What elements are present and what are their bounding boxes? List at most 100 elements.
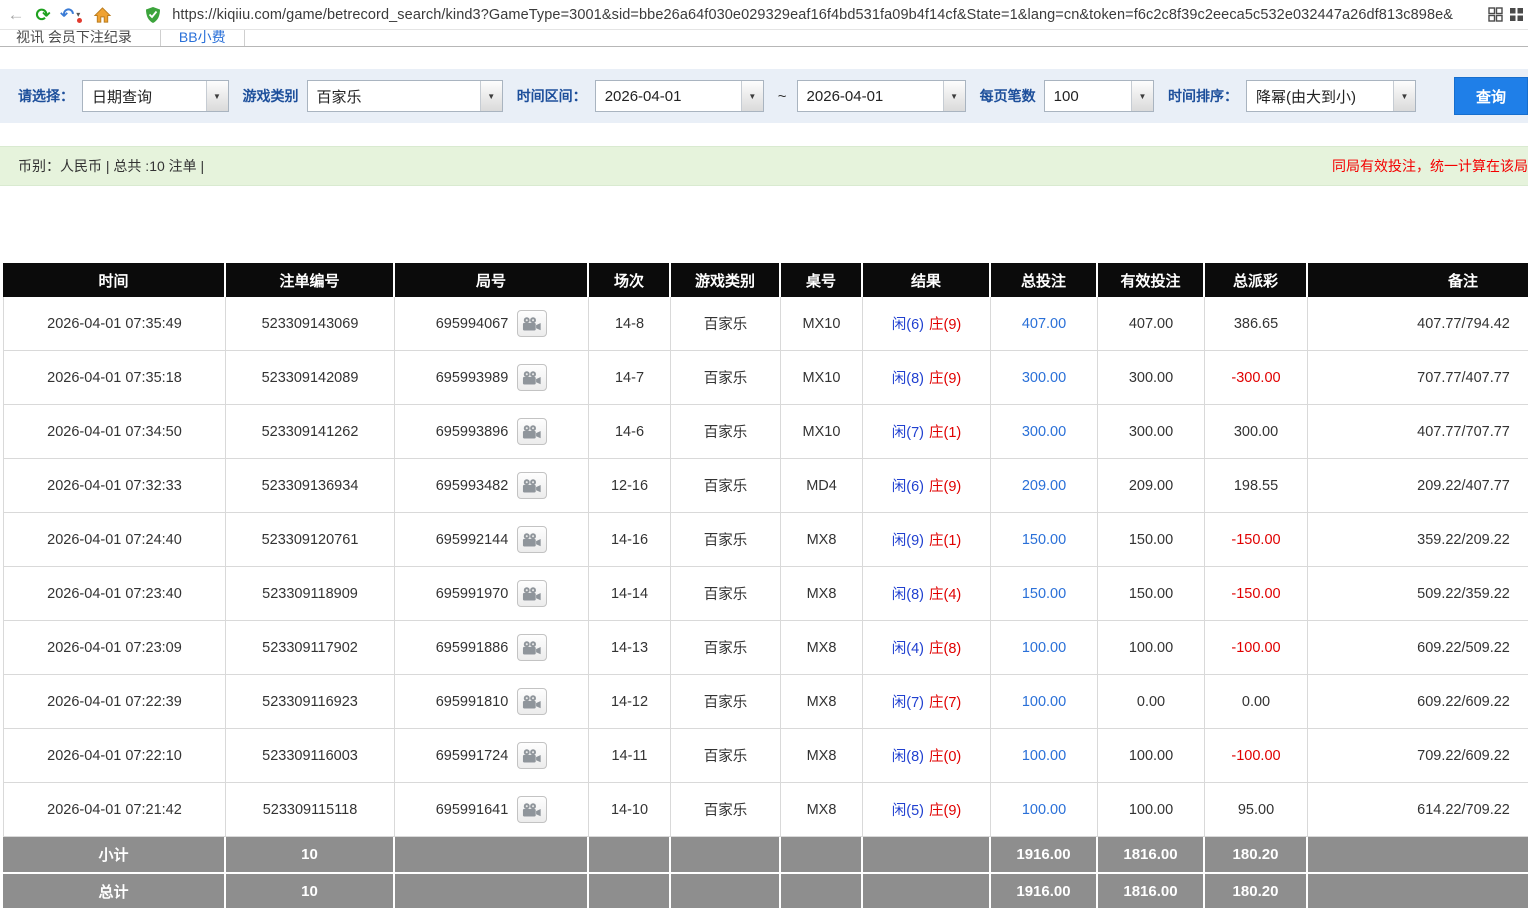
bet-id-cell: 523309136934	[226, 459, 395, 513]
total-bet-link[interactable]: 100.00	[1022, 802, 1066, 818]
table-no-cell: MX10	[781, 297, 863, 351]
notification-dot	[77, 18, 82, 23]
video-replay-button[interactable]	[517, 742, 547, 769]
undo-icon[interactable]: ↶ ▾	[60, 5, 80, 25]
video-camera-icon	[522, 640, 542, 656]
total-bet-link[interactable]: 100.00	[1022, 694, 1066, 710]
chevron-down-icon[interactable]: ▼	[741, 81, 763, 111]
table-row: 2026-04-01 07:32:33 523309136934 6959934…	[3, 459, 1528, 513]
date-to-value: 2026-04-01	[798, 81, 943, 111]
video-replay-button[interactable]	[517, 580, 547, 607]
result-banker: 庄(8)	[929, 641, 961, 657]
search-button[interactable]: 查询	[1454, 77, 1528, 115]
sort-value: 降幂(由大到小)	[1247, 81, 1393, 111]
chevron-down-icon[interactable]: ▼	[206, 81, 228, 111]
table-row: 2026-04-01 07:21:42 523309115118 6959916…	[3, 783, 1528, 837]
video-replay-button[interactable]	[517, 688, 547, 715]
result-banker: 庄(9)	[929, 479, 961, 495]
col-header-remark: 备注	[1308, 263, 1528, 297]
result-banker: 庄(9)	[929, 803, 961, 819]
table-no-cell: MX8	[781, 783, 863, 837]
date-to-input[interactable]: 2026-04-01 ▼	[797, 80, 966, 112]
total-bet-link[interactable]: 407.00	[1022, 316, 1066, 332]
result-cell: 闲(9)庄(1)	[863, 513, 991, 567]
empty-cell	[395, 874, 589, 908]
total-bet-link[interactable]: 150.00	[1022, 532, 1066, 548]
total-bet-link[interactable]: 100.00	[1022, 748, 1066, 764]
video-replay-button[interactable]	[517, 310, 547, 337]
video-replay-button[interactable]	[517, 634, 547, 661]
video-replay-button[interactable]	[517, 364, 547, 391]
video-camera-icon	[522, 478, 542, 494]
empty-cell	[671, 874, 781, 908]
tab-video-bet-records[interactable]: 视讯 会员下注纪录	[10, 30, 138, 46]
session-cell: 12-16	[589, 459, 671, 513]
sort-select[interactable]: 降幂(由大到小) ▼	[1246, 80, 1416, 112]
page-tab-bar: 视讯 会员下注纪录 BB小费	[0, 30, 1528, 47]
session-cell: 14-13	[589, 621, 671, 675]
back-icon[interactable]: ←	[6, 6, 26, 23]
valid-bet-cell: 0.00	[1098, 675, 1205, 729]
tab-bb-tip[interactable]: BB小费	[160, 30, 245, 46]
empty-cell	[589, 837, 671, 874]
result-banker: 庄(1)	[929, 425, 961, 441]
video-replay-button[interactable]	[517, 472, 547, 499]
total-bet-link[interactable]: 100.00	[1022, 640, 1066, 656]
valid-bet-cell: 407.00	[1098, 297, 1205, 351]
bet-id-cell: 523309142089	[226, 351, 395, 405]
chevron-down-icon[interactable]: ▼	[1393, 81, 1415, 111]
remark-cell: 407.77/794.42	[1308, 297, 1528, 351]
page-size-select[interactable]: 100 ▼	[1044, 80, 1154, 112]
total-bet-link[interactable]: 209.00	[1022, 478, 1066, 494]
home-icon[interactable]	[93, 6, 112, 24]
chevron-down-icon[interactable]: ▼	[943, 81, 965, 111]
time-cell: 2026-04-01 07:23:40	[3, 567, 226, 621]
url-bar[interactable]: https://kiqiiu.com/game/betrecord_search…	[172, 7, 1477, 23]
game-type-cell: 百家乐	[671, 729, 781, 783]
result-player: 闲(9)	[892, 533, 924, 549]
total-total-bet: 1916.00	[991, 874, 1098, 908]
query-type-select[interactable]: 日期查询 ▼	[82, 80, 229, 112]
bet-id-cell: 523309117902	[226, 621, 395, 675]
payout-cell: 386.65	[1205, 297, 1308, 351]
total-payout: 180.20	[1205, 874, 1308, 908]
game-type-select[interactable]: 百家乐 ▼	[307, 80, 503, 112]
video-replay-button[interactable]	[517, 796, 547, 823]
table-no-cell: MX8	[781, 621, 863, 675]
result-player: 闲(7)	[892, 425, 924, 441]
empty-cell	[395, 837, 589, 874]
table-row: 2026-04-01 07:24:40 523309120761 6959921…	[3, 513, 1528, 567]
total-bet-link[interactable]: 150.00	[1022, 586, 1066, 602]
result-player: 闲(4)	[892, 641, 924, 657]
col-header-bet-id: 注单编号	[226, 263, 395, 297]
round-cell: 695993896	[395, 405, 589, 459]
result-banker: 庄(9)	[929, 371, 961, 387]
total-bet-link[interactable]: 300.00	[1022, 424, 1066, 440]
session-cell: 14-7	[589, 351, 671, 405]
video-replay-button[interactable]	[517, 526, 547, 553]
video-replay-button[interactable]	[517, 418, 547, 445]
result-cell: 闲(8)庄(4)	[863, 567, 991, 621]
round-cell: 695994067	[395, 297, 589, 351]
bet-id-cell: 523309141262	[226, 405, 395, 459]
round-id: 695994067	[436, 316, 509, 332]
chevron-down-icon[interactable]: ▼	[1131, 81, 1153, 111]
chevron-down-icon[interactable]: ▼	[480, 81, 502, 111]
date-from-input[interactable]: 2026-04-01 ▼	[595, 80, 764, 112]
apps-grid-icon[interactable]	[1488, 7, 1503, 22]
refresh-icon[interactable]: ⟳	[33, 6, 53, 24]
round-cell: 695993482	[395, 459, 589, 513]
result-cell: 闲(8)庄(0)	[863, 729, 991, 783]
security-shield-icon[interactable]	[145, 6, 161, 24]
total-bet-cell: 100.00	[991, 729, 1098, 783]
valid-bet-cell: 100.00	[1098, 621, 1205, 675]
subtotal-total-bet: 1916.00	[991, 837, 1098, 874]
game-type-cell: 百家乐	[671, 621, 781, 675]
payout-cell: -100.00	[1205, 621, 1308, 675]
total-bet-cell: 100.00	[991, 675, 1098, 729]
total-bet-link[interactable]: 300.00	[1022, 370, 1066, 386]
clipped-edge-icon[interactable]	[1509, 7, 1524, 22]
empty-cell	[863, 837, 991, 874]
remark-cell: 609.22/509.22	[1308, 621, 1528, 675]
total-bet-cell: 100.00	[991, 783, 1098, 837]
